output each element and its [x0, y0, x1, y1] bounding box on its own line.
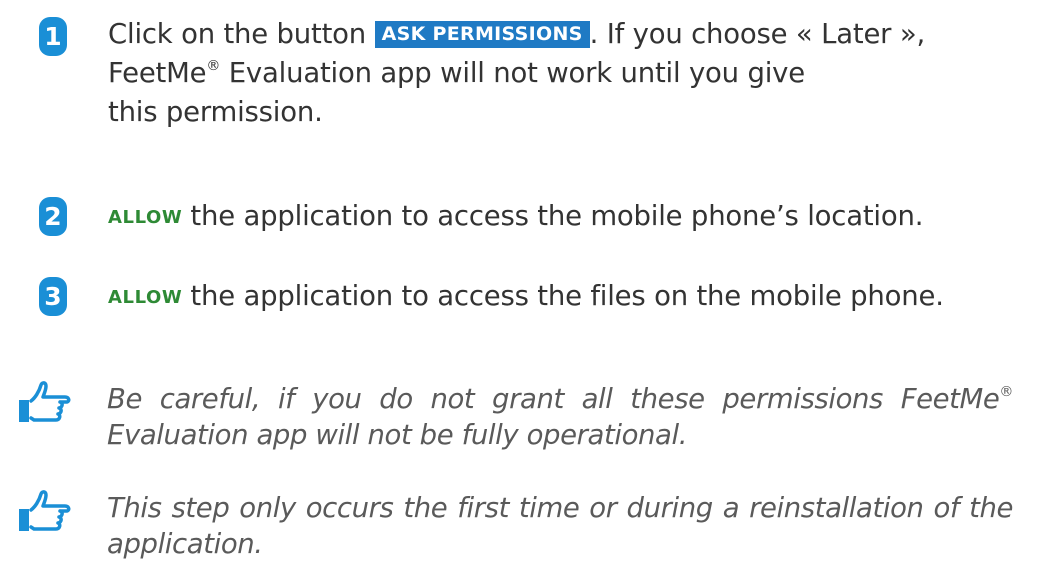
step-3-text: ALLOW the application to access the files… [108, 277, 944, 317]
note-warning: Be careful, if you do not grant all thes… [0, 372, 1039, 452]
note-info: This step only occurs the first time or … [0, 482, 1039, 567]
step-1-line-1: Click on the button ASK PERMISSIONS. If … [108, 15, 925, 54]
step-number-badge: 3 [39, 277, 67, 316]
brand-name: FeetMe [108, 57, 207, 89]
registered-mark: ® [206, 58, 221, 74]
allow-button-label: ALLOW [108, 207, 183, 228]
step-number-badge: 1 [39, 17, 67, 56]
step-1-text-before: Click on the button [108, 18, 375, 50]
note-warning-text-a: Be careful, if you do not grant all thes… [107, 383, 1000, 415]
note-warning-text: Be careful, if you do not grant all thes… [107, 381, 1013, 453]
step-1-line-2: FeetMe® Evaluation app will not work unt… [108, 54, 805, 93]
pointing-hand-icon [19, 381, 71, 422]
registered-mark: ® [999, 384, 1013, 400]
step-2: 2 ALLOW the application to access the mob… [0, 190, 1039, 250]
step-1: 1 Click on the button ASK PERMISSIONS. I… [0, 0, 1039, 165]
step-number-badge: 2 [39, 197, 67, 236]
note-info-text: This step only occurs the first time or … [107, 492, 1013, 560]
step-2-description: the application to access the mobile pho… [190, 200, 924, 232]
ask-permissions-button-label: ASK PERMISSIONS [374, 21, 590, 48]
step-1-line-2-rest: Evaluation app will not work until you g… [220, 57, 805, 89]
step-2-text: ALLOW the application to access the mobil… [108, 197, 923, 237]
note-warning-text-b: Evaluation app will not be fully operati… [107, 419, 688, 451]
step-1-text-after: . If you choose « Later », [589, 18, 926, 50]
pointing-hand-icon [19, 490, 71, 531]
step-3-description: the application to access the files on t… [190, 280, 944, 312]
step-1-line-3: this permission. [108, 96, 323, 128]
allow-button-label: ALLOW [108, 287, 183, 308]
step-3: 3 ALLOW the application to access the fil… [0, 270, 1039, 330]
